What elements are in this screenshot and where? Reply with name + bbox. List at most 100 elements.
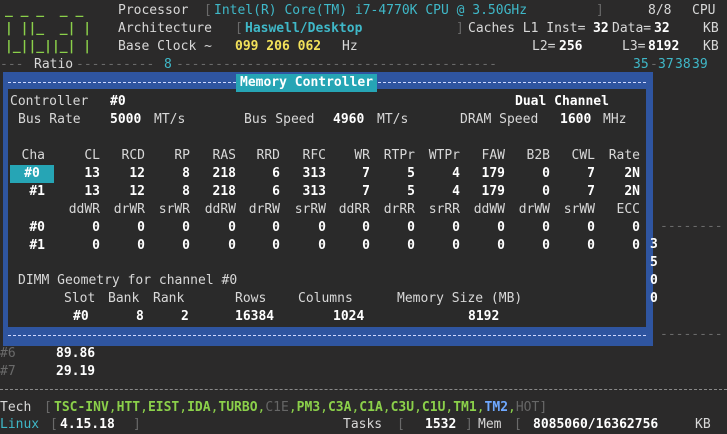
right-digit: 0	[650, 291, 658, 306]
panel-bottom-border	[8, 335, 646, 336]
processor-label: Processor	[118, 3, 189, 18]
kb-unit: KB	[703, 39, 719, 54]
bracket: ]	[456, 21, 464, 36]
dimm-header-rows: Rows	[235, 291, 267, 306]
bracket: [	[235, 21, 243, 36]
bracket: [	[50, 417, 58, 432]
tech-feature-eist: EIST	[147, 400, 180, 415]
timing-header: FAW	[481, 148, 505, 163]
comma: ,	[414, 400, 422, 415]
advanced-timing-header: srWR	[158, 202, 190, 217]
bracket: ]	[596, 3, 604, 18]
timing-value: 4	[452, 166, 460, 181]
bracket: ]	[133, 417, 141, 432]
bus-rate-label: Bus Rate	[18, 112, 81, 127]
advanced-timing-value: 0	[452, 220, 460, 235]
advanced-timing-value: 0	[632, 238, 640, 253]
data-label: Data=	[612, 21, 652, 36]
advanced-timing-value: 0	[497, 238, 505, 253]
channel-id: #0	[10, 165, 54, 183]
dimm-header-columns: Columns	[298, 291, 353, 306]
comma: ,	[382, 400, 391, 415]
tech-feature-pm3: PM3	[296, 400, 321, 415]
bracket: [	[204, 3, 212, 18]
advanced-timing-value: 0	[632, 220, 640, 235]
timing-value: 313	[302, 184, 326, 199]
timing-value: 13	[84, 184, 100, 199]
tech-feature-c1u: C1U	[421, 400, 446, 415]
bus-speed-label: Bus Speed	[244, 112, 315, 127]
advanced-timing-header: ddWW	[473, 202, 505, 217]
advanced-timing-value: 0	[92, 238, 100, 253]
advanced-timing-value: 0	[92, 220, 100, 235]
dimm-header-slot: Slot	[64, 291, 96, 306]
advanced-timing-value: 0	[137, 238, 145, 253]
bus-speed-unit: MT/s	[377, 112, 409, 127]
hz-unit: Hz	[342, 39, 358, 54]
advanced-timing-header: drWW	[518, 202, 550, 217]
architecture-label: Architecture	[118, 21, 212, 36]
tech-feature-hot: HOT	[515, 400, 540, 415]
dram-speed-value: 1600	[560, 112, 592, 127]
tech-feature-c1e: C1E	[265, 400, 289, 415]
advanced-timing-value: 0	[362, 238, 370, 253]
advanced-timing-header: srRW	[294, 202, 326, 217]
timing-header: RAS	[212, 148, 236, 163]
panel-title: Memory Controller	[236, 74, 378, 92]
mem-label: Mem	[478, 417, 502, 432]
timing-value: 12	[129, 166, 145, 181]
l2-value: 256	[559, 39, 583, 54]
architecture-value: Haswell/Desktop	[245, 21, 363, 36]
timing-header: WR	[354, 148, 370, 163]
logo-line-2: | ||_ _| |	[5, 21, 92, 36]
advanced-timing-value: 0	[318, 238, 326, 253]
timing-value: 313	[302, 166, 326, 181]
timing-value: 0	[542, 166, 550, 181]
channel-id: #0	[29, 220, 45, 235]
comma: ,	[179, 400, 188, 415]
advanced-timing-value: 0	[452, 238, 460, 253]
advanced-timing-value: 0	[587, 238, 595, 253]
tech-feature-htt: HTT	[116, 400, 141, 415]
comma: ,	[508, 400, 516, 415]
timing-value: 7	[362, 184, 370, 199]
advanced-timing-value: 0	[272, 220, 280, 235]
timing-value: 6	[272, 166, 280, 181]
channel-mode: Dual Channel	[515, 94, 609, 109]
timing-value: 4	[452, 184, 460, 199]
timing-header: Cha	[21, 148, 45, 163]
timing-header: RP	[174, 148, 190, 163]
base-clock-value: 099 206 062	[235, 39, 322, 54]
timing-header: WTPr	[428, 148, 460, 163]
kb-unit: KB	[703, 21, 719, 36]
timing-value: 7	[362, 166, 370, 181]
dimm-slot: #0	[73, 309, 89, 324]
timing-header: B2B	[526, 148, 550, 163]
tech-feature-tsc-inv: TSC-INV	[54, 400, 109, 415]
os-version: 4.15.18	[60, 417, 115, 432]
core-frequency: 89.86	[56, 346, 96, 361]
advanced-timing-value: 0	[542, 238, 550, 253]
controller-label: Controller	[10, 94, 89, 109]
bus-rate-unit: MT/s	[154, 112, 186, 127]
timing-value: 12	[129, 184, 145, 199]
channel-id: #1	[29, 238, 45, 253]
bracket: ]	[539, 400, 548, 415]
timing-value: 6	[272, 184, 280, 199]
ratio-value: 39	[692, 57, 708, 72]
processor-value: Intel(R) Core(TM) i7-4770K CPU @ 3.50GHz	[214, 3, 528, 18]
tech-feature-ida: IDA	[187, 400, 211, 415]
advanced-timing-value: 0	[318, 220, 326, 235]
core-id: #7	[0, 364, 16, 379]
dimm-header-bank: Bank	[108, 291, 140, 306]
bus-rate-value: 5000	[110, 112, 142, 127]
timing-header: CL	[84, 148, 100, 163]
advanced-timing-header: srRR	[428, 202, 460, 217]
advanced-timing-value: 0	[272, 238, 280, 253]
caches-label: Caches L1 Inst=	[468, 21, 586, 36]
l2-label: L2=	[532, 39, 556, 54]
advanced-timing-value: 0	[542, 220, 550, 235]
timing-header: Rate	[608, 148, 640, 163]
advanced-timing-header: drWR	[113, 202, 145, 217]
advanced-timing-header: drRW	[248, 202, 280, 217]
